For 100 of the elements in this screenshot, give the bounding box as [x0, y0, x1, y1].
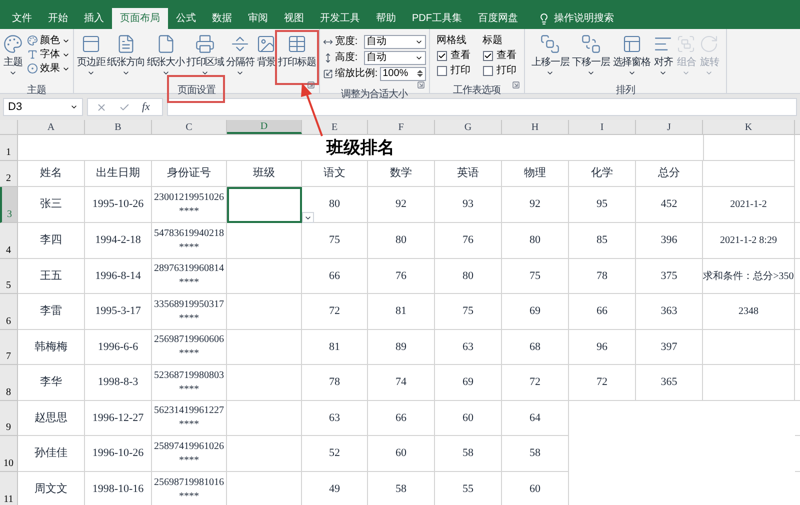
row-header[interactable]: 2 [0, 161, 18, 187]
table-cell-text: 95 [596, 197, 608, 212]
input-field[interactable]: 100% [380, 66, 426, 80]
table-cell-text: 58 [396, 482, 406, 498]
table-cell-text: 396 [660, 233, 678, 248]
table-cell-text: 452 [660, 197, 678, 212]
option-heading: 网格线 [436, 34, 468, 47]
ribbon-button[interactable]: 字体 [27, 48, 70, 61]
lightbulb-icon [538, 12, 550, 24]
column-header[interactable]: D [227, 120, 302, 134]
input-field[interactable]: 自动 [364, 50, 426, 64]
input-field[interactable]: 自动 [364, 34, 426, 48]
table-cell-text: 58 [462, 446, 474, 462]
caret-icon [87, 69, 96, 77]
field-label: 宽度: [334, 34, 358, 49]
row-header[interactable]: 7 [0, 330, 18, 365]
table-cell-text: 75 [530, 268, 540, 284]
ribbon-tab[interactable]: 数据 [204, 8, 240, 29]
checkbox[interactable]: 打印 [482, 64, 517, 77]
ribbon-button[interactable]: 打印标题 [278, 34, 316, 77]
dialog-launcher-icon[interactable] [416, 81, 425, 89]
class-cell[interactable] [227, 436, 302, 472]
table-cell-text: 69 [530, 304, 540, 320]
row-header[interactable]: 11 [0, 472, 18, 505]
ribbon-button[interactable]: 纸张方向 [107, 34, 145, 77]
column-header[interactable]: E [302, 120, 368, 134]
checkbox[interactable]: 查看 [482, 49, 517, 62]
checkbox[interactable]: 打印 [436, 64, 471, 77]
group-label: 页面设置 [177, 85, 216, 96]
column-header[interactable]: F [368, 120, 435, 134]
dialog-launcher-icon[interactable] [512, 81, 520, 89]
row-header[interactable]: 9 [0, 401, 18, 436]
search-prompt[interactable]: 操作说明搜索 [554, 11, 614, 26]
ribbon-button[interactable]: 选择窗格 [612, 34, 650, 77]
table-cell: 23001219951026 **** [154, 190, 224, 218]
class-cell[interactable] [227, 223, 302, 259]
ribbon-button[interactable]: 颜色 [27, 34, 70, 47]
table-cell: 25698719960606 **** [154, 333, 224, 361]
class-cell[interactable] [227, 365, 302, 401]
column-header[interactable]: J [636, 120, 703, 134]
ribbon-tab[interactable]: 百度网盘 [470, 8, 526, 29]
ribbon-button[interactable]: 主题 [3, 34, 23, 77]
ribbon-tab[interactable]: 文件 [4, 8, 40, 29]
ribbon-tab[interactable]: 插入 [76, 8, 112, 29]
column-title: 英语 [435, 161, 502, 187]
dialog-launcher-icon[interactable] [306, 81, 315, 89]
group-icon [676, 34, 696, 54]
table-cell-text: 李四 [40, 233, 62, 248]
table-cell-text: 李华 [40, 375, 62, 390]
cancel-icon[interactable] [96, 102, 107, 112]
ribbon-tab[interactable]: 公式 [168, 8, 204, 29]
column-title: 姓名 [18, 161, 85, 187]
table-cell-text: 66 [596, 304, 608, 320]
column-header[interactable]: G [435, 120, 502, 134]
class-cell[interactable] [227, 401, 302, 436]
ribbon-button[interactable]: 打印区域 [186, 34, 224, 77]
caret-icon [628, 69, 636, 77]
row-header[interactable]: 1 [0, 135, 18, 161]
ribbon-tab[interactable]: 帮助 [368, 8, 404, 29]
caret-icon [9, 69, 17, 77]
ribbon-tab[interactable]: 开始 [40, 8, 76, 29]
checkbox[interactable]: 查看 [436, 49, 471, 62]
table-cell-text: 93 [462, 197, 474, 212]
row-header[interactable]: 4 [0, 223, 18, 259]
table-cell-text: 80 [462, 268, 474, 284]
ribbon-tab[interactable]: PDF工具集 [404, 8, 470, 29]
column-header[interactable]: K [703, 120, 795, 134]
class-cell[interactable] [227, 330, 302, 365]
ribbon-button[interactable]: 效果 [27, 62, 70, 75]
ribbon-tab[interactable]: 页面布局 [112, 8, 168, 29]
ribbon-button[interactable]: 对齐 [653, 34, 674, 77]
row-header[interactable]: 8 [0, 365, 18, 401]
send-backward-icon [581, 34, 602, 54]
table-cell-text: 孙佳佳 [34, 446, 68, 462]
row-header[interactable]: 10 [0, 436, 18, 472]
row-header[interactable]: 3 [0, 187, 18, 223]
column-header[interactable]: I [569, 120, 636, 134]
ribbon-button[interactable]: 上移一层 [532, 34, 570, 77]
function-button[interactable]: fx [142, 98, 150, 116]
class-cell[interactable] [227, 294, 302, 330]
table-cell-text: 76 [462, 233, 474, 248]
column-header[interactable]: H [502, 120, 569, 134]
ribbon-tab[interactable]: 审阅 [240, 8, 276, 29]
ribbon-button[interactable]: 背景 [256, 34, 276, 77]
formula-field[interactable] [167, 98, 797, 116]
table-cell-text: 1996-12-27 [92, 410, 144, 426]
table-cell-text: 49 [329, 482, 340, 498]
ribbon-button[interactable]: 分隔符 [226, 34, 254, 77]
ribbon-button[interactable]: 纸张大小 [146, 34, 184, 77]
column-header[interactable]: A [18, 120, 85, 134]
column-header[interactable]: B [85, 120, 152, 134]
ribbon-tab[interactable]: 开发工具 [312, 8, 368, 29]
class-cell[interactable] [227, 259, 302, 294]
ribbon-button[interactable]: 下移一层 [572, 34, 610, 77]
row-header[interactable]: 6 [0, 294, 18, 330]
confirm-icon[interactable] [119, 102, 130, 112]
name-box[interactable]: D3 [3, 98, 83, 116]
row-header[interactable]: 5 [0, 259, 18, 294]
ribbon-tab[interactable]: 视图 [276, 8, 312, 29]
ribbon-button[interactable]: 页边距 [77, 34, 106, 77]
